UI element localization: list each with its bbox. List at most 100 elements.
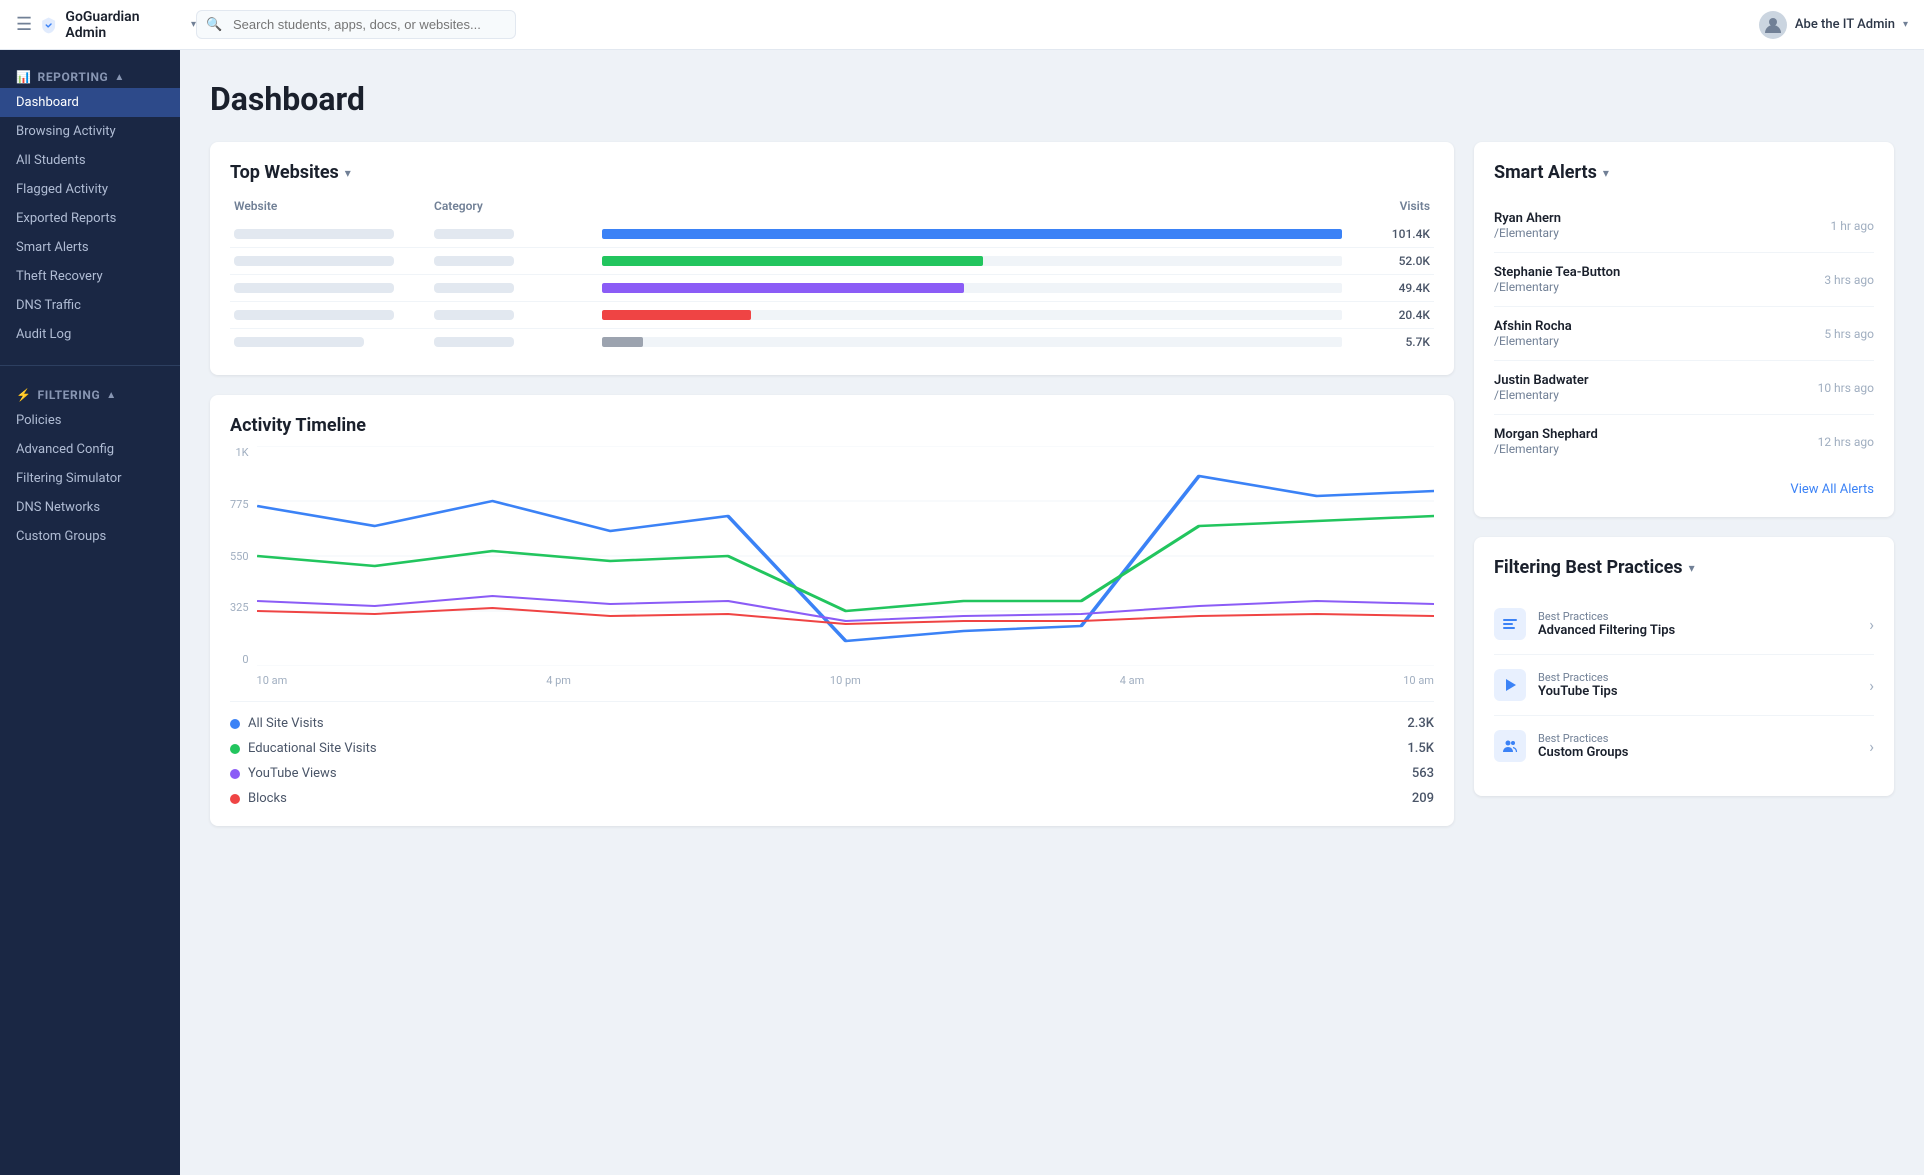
chart-legend: All Site Visits 2.3K Educational Site Vi… [230,701,1434,806]
top-websites-card: Top Websites ▾ Website Category Visits [210,142,1454,375]
search-input[interactable] [196,10,516,39]
x-label: 10 am [257,674,288,687]
smart-alerts-chevron[interactable]: ▾ [1603,166,1609,180]
bar [602,283,964,293]
bp-label: Best Practices [1538,610,1857,623]
chart-svg [257,446,1434,666]
alert-school: /Elementary [1494,226,1561,240]
view-all: View All Alerts [1494,478,1874,497]
table-row: 49.4K [230,275,1434,302]
sidebar-item-flagged[interactable]: Flagged Activity [0,175,180,204]
filtering-best-practices-card: Filtering Best Practices ▾ [1474,537,1894,796]
smart-alerts-card: Smart Alerts ▾ Ryan Ahern /Elementary 1 … [1474,142,1894,517]
sidebar-item-dashboard[interactable]: Dashboard [0,88,180,117]
y-axis: 1K 775 550 325 0 [230,446,257,666]
legend-dot [230,719,240,729]
top-websites-table-header: Website Category Visits [230,199,1434,213]
website-skeleton [234,283,394,293]
y-label: 325 [230,601,249,614]
bp-text: Best Practices Advanced Filtering Tips [1538,610,1857,638]
bp-item-title: Advanced Filtering Tips [1538,623,1857,638]
logo[interactable]: GoGuardian Admin ▾ [40,9,196,41]
col-category: Category [434,199,594,213]
sidebar-item-dns-traffic[interactable]: DNS Traffic [0,291,180,320]
alert-name: Morgan Shephard [1494,427,1598,442]
sidebar-item-policies[interactable]: Policies [0,406,180,435]
category-skeleton [434,337,514,347]
bp-arrow-icon: › [1869,737,1874,756]
category-skeleton [434,310,514,320]
sidebar-item-filtering-sim[interactable]: Filtering Simulator [0,464,180,493]
filtering-label: ⚡ Filtering ▲ [16,388,117,402]
topbar-left: ☰ GoGuardian Admin ▾ [16,9,196,41]
best-practice-item[interactable]: Best Practices YouTube Tips › [1494,655,1874,716]
main-content: Dashboard Top Websites ▾ Website Categor… [180,50,1924,1175]
layout: 📊 Reporting ▲ Dashboard Browsing Activit… [0,50,1924,1175]
alert-info: Justin Badwater /Elementary [1494,373,1589,402]
visits-value: 101.4K [1350,227,1430,241]
sidebar-item-all-students[interactable]: All Students [0,146,180,175]
sidebar-item-browsing[interactable]: Browsing Activity [0,117,180,146]
user-avatar-icon [1763,15,1783,35]
sidebar-item-audit-log[interactable]: Audit Log [0,320,180,349]
col-visits: Visits [1350,199,1430,213]
legend-label: YouTube Views [248,766,1404,781]
x-axis: 10 am 4 pm 10 pm 4 am 10 am [257,674,1434,687]
bp-item-title: YouTube Tips [1538,684,1857,699]
sidebar-divider [0,365,180,366]
bp-item-title: Custom Groups [1538,745,1857,760]
bar [602,256,983,266]
reporting-icon: 📊 [16,70,32,84]
alert-time: 10 hrs ago [1818,381,1874,395]
view-all-link[interactable]: View All Alerts [1790,482,1874,497]
sidebar-item-dns-networks[interactable]: DNS Networks [0,493,180,522]
sidebar-item-exported[interactable]: Exported Reports [0,204,180,233]
sidebar-item-custom-groups[interactable]: Custom Groups [0,522,180,551]
best-practice-item[interactable]: Best Practices Custom Groups › [1494,716,1874,776]
hamburger-icon[interactable]: ☰ [16,14,32,35]
y-label: 1K [230,446,249,459]
legend-value: 563 [1412,766,1434,781]
best-practice-item[interactable]: Best Practices Advanced Filtering Tips › [1494,594,1874,655]
sidebar-item-advanced-config[interactable]: Advanced Config [0,435,180,464]
col-bar [594,199,1350,213]
goguardian-logo-icon [40,16,57,34]
bar-wrap [602,337,1342,347]
bp-arrow-icon: › [1869,615,1874,634]
bar [602,229,1342,239]
user-chevron-icon: ▾ [1903,19,1908,30]
sidebar-item-theft[interactable]: Theft Recovery [0,262,180,291]
visits-value: 20.4K [1350,308,1430,322]
alert-school: /Elementary [1494,280,1620,294]
website-skeleton [234,229,394,239]
table-row: 20.4K [230,302,1434,329]
page-title: Dashboard [210,80,1894,118]
legend-value: 1.5K [1407,741,1434,756]
bp-play-icon [1494,669,1526,701]
user-name: Abe the IT Admin [1795,17,1895,32]
fbp-chevron[interactable]: ▾ [1689,561,1695,575]
alert-item: Justin Badwater /Elementary 10 hrs ago [1494,361,1874,415]
bp-label: Best Practices [1538,732,1857,745]
sidebar-item-smart-alerts[interactable]: Smart Alerts [0,233,180,262]
website-skeleton [234,337,364,347]
legend-label: Blocks [248,791,1404,806]
reporting-chevron: ▲ [114,72,125,83]
website-skeleton [234,256,394,266]
bar [602,337,643,347]
alert-item: Afshin Rocha /Elementary 5 hrs ago [1494,307,1874,361]
top-websites-chevron[interactable]: ▾ [345,166,351,180]
alert-info: Stephanie Tea-Button /Elementary [1494,265,1620,294]
alert-time: 1 hr ago [1831,219,1874,233]
bp-label: Best Practices [1538,671,1857,684]
x-label: 10 am [1403,674,1434,687]
col-website: Website [234,199,434,213]
website-skeleton [234,310,394,320]
category-skeleton [434,256,514,266]
table-row: 101.4K [230,221,1434,248]
x-label: 4 pm [546,674,571,687]
left-column: Top Websites ▾ Website Category Visits [210,142,1454,826]
fbp-header: Filtering Best Practices ▾ [1494,557,1874,578]
search-area: 🔍 [196,10,1759,39]
y-label: 0 [230,653,249,666]
